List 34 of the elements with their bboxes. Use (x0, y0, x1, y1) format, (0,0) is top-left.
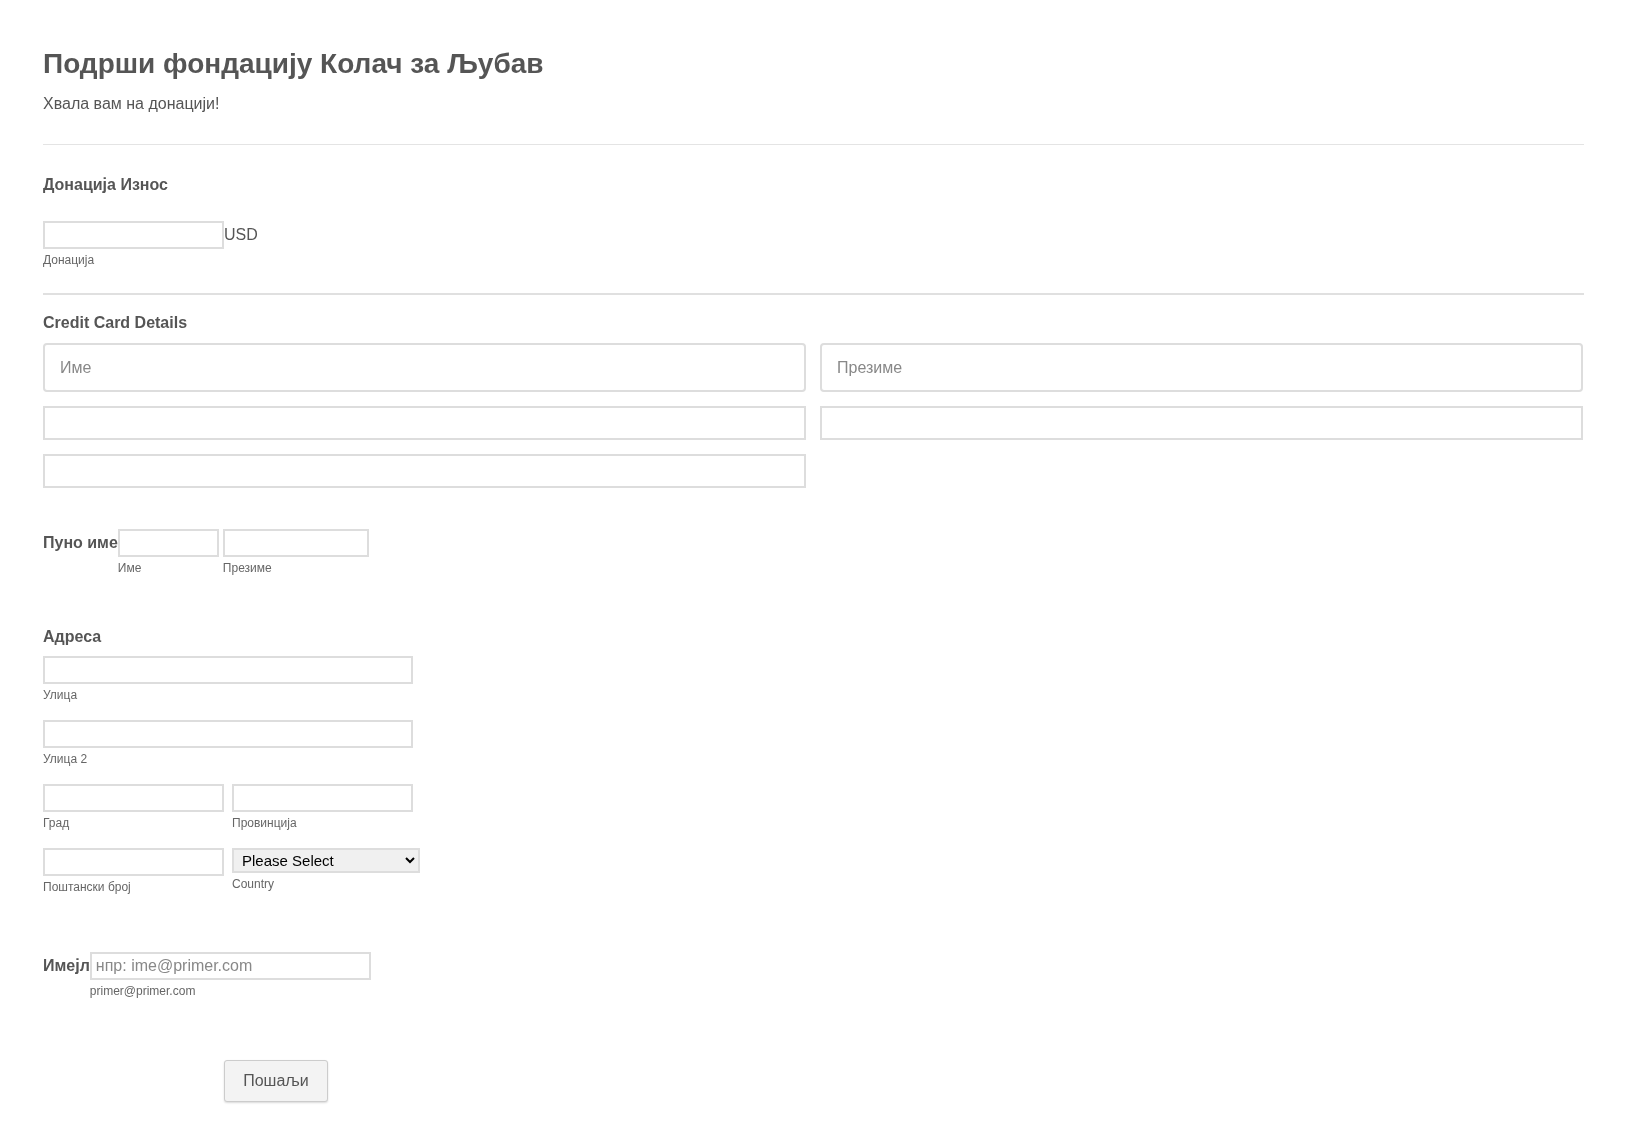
input-field[interactable]: Презиме (820, 343, 1583, 392)
field-sublabel: Презиме (222, 561, 273, 575)
input-field[interactable] (43, 784, 224, 812)
input-field[interactable] (820, 406, 1583, 440)
input-field[interactable] (43, 720, 413, 748)
field-label: Пуно име (43, 533, 118, 553)
input-field[interactable] (43, 406, 806, 440)
input-field[interactable]: Име (43, 343, 806, 392)
field-sublabel: primer@primer.com (89, 984, 197, 998)
field-sublabel: Улица (43, 688, 79, 702)
field-label: Адреса (43, 627, 103, 647)
form-title: Подрши фондацију Колач за Љубав (43, 47, 545, 81)
field-label: Имејл (43, 956, 90, 976)
field-sublabel: Име (117, 561, 143, 575)
field-sublabel: Град (43, 816, 71, 830)
input-field[interactable] (222, 529, 369, 557)
input-field[interactable] (43, 656, 413, 684)
input-field[interactable] (43, 454, 806, 488)
input-field[interactable]: нпр: ime@primer.com (89, 952, 371, 980)
input-field[interactable] (43, 221, 224, 249)
currency-label: USD (224, 225, 258, 245)
field-sublabel: Поштански број (43, 880, 132, 894)
country-select[interactable]: Please Select (232, 848, 420, 873)
field-sublabel: Улица 2 (43, 752, 89, 766)
input-field[interactable] (117, 529, 219, 557)
form-subtitle: Хвала вам на донацији! (43, 94, 221, 114)
field-sublabel: Country (232, 877, 276, 891)
input-field[interactable] (232, 784, 413, 812)
field-label: Credit Card Details (43, 313, 189, 333)
field-label: Донација Износ (43, 175, 169, 195)
submit-button[interactable]: Пошаљи (224, 1060, 328, 1102)
field-sublabel: Провинција (232, 816, 298, 830)
field-sublabel: Донација (43, 253, 96, 267)
input-field[interactable] (43, 848, 224, 876)
